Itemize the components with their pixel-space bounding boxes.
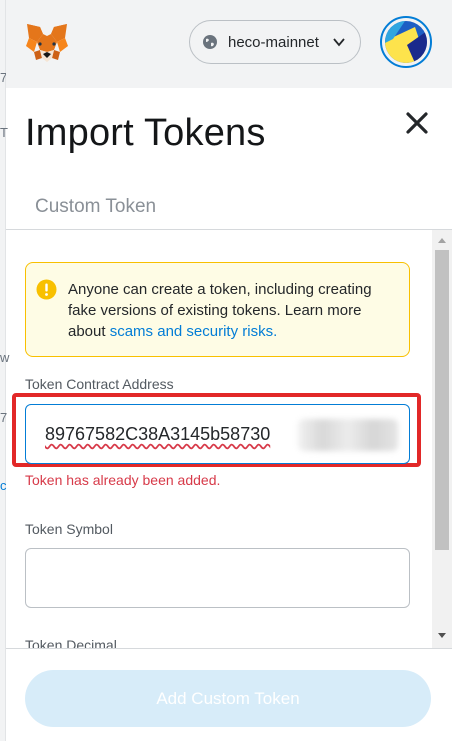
scrollbar-thumb[interactable]	[435, 250, 449, 550]
globe-icon	[203, 35, 217, 49]
app-header: heco-mainnet	[6, 0, 452, 88]
account-identicon	[385, 21, 427, 63]
background-text-fragment: T	[0, 125, 8, 140]
footer: Add Custom Token	[6, 648, 452, 741]
token-symbol-label: Token Symbol	[25, 521, 113, 537]
warning-icon	[36, 279, 57, 300]
token-symbol-input[interactable]	[25, 548, 410, 608]
scams-risks-link[interactable]: scams and security risks	[110, 323, 273, 340]
scam-warning-banner: Anyone can create a token, including cre…	[25, 262, 410, 357]
form-scroll-area[interactable]: Anyone can create a token, including cre…	[6, 230, 452, 648]
address-error-message: Token has already been added.	[25, 472, 221, 488]
page-title: Import Tokens	[25, 112, 266, 154]
metamask-fox-icon[interactable]	[24, 22, 70, 64]
network-selector[interactable]: heco-mainnet	[189, 20, 361, 64]
token-contract-address-label: Token Contract Address	[25, 376, 174, 392]
network-name: heco-mainnet	[228, 33, 319, 51]
scrollbar[interactable]	[432, 230, 452, 648]
tab-custom-token[interactable]: Custom Token	[35, 196, 156, 218]
token-contract-address-value: 89767582C38A3145b58730	[45, 424, 271, 444]
close-icon[interactable]	[404, 110, 430, 136]
warning-suffix: .	[273, 323, 278, 340]
chevron-down-icon	[333, 38, 345, 47]
token-decimal-label: Token Decimal	[25, 637, 117, 648]
redacted-address-blur	[298, 419, 398, 451]
scroll-up-arrow[interactable]	[438, 238, 446, 243]
scroll-down-arrow[interactable]	[438, 633, 446, 638]
token-contract-address-input[interactable]: 89767582C38A3145b58730	[25, 404, 410, 464]
warning-text: Anyone can create a token, including cre…	[68, 279, 403, 342]
account-avatar[interactable]	[380, 16, 432, 68]
add-custom-token-button[interactable]: Add Custom Token	[25, 670, 431, 727]
